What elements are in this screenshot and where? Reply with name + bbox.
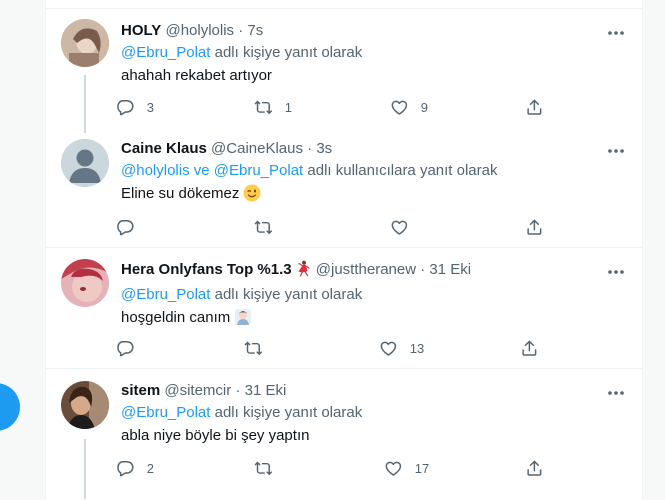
share-button[interactable] (525, 458, 544, 478)
dancer-emoji (295, 260, 312, 283)
retweet-button[interactable]: 1 (254, 97, 292, 117)
retweet-icon (244, 341, 263, 355)
reply-context-text: adlı kişiye yanıt olarak (210, 44, 363, 61)
tweet-text: ahahah rekabet artıyor (121, 67, 272, 84)
separator: · (420, 261, 426, 278)
more-horizontal-icon[interactable] (604, 262, 628, 282)
share-button[interactable] (520, 338, 539, 358)
avatar[interactable] (61, 259, 109, 307)
timestamp[interactable]: 7s (247, 22, 263, 39)
reply-context-text: adlı kişiye yanıt olarak (210, 286, 363, 303)
tweet-hera[interactable]: Hera Onlyfans Top %1.3 @justtheranew · 3… (46, 248, 642, 369)
share-icon (527, 99, 542, 115)
reply-button[interactable] (116, 338, 147, 358)
reply-timeline: HOLY @holylolis · 7s @Ebru_Polat adlı ki… (45, 0, 643, 500)
author-name[interactable]: HOLY (121, 22, 161, 39)
tweet-caine-klaus[interactable]: Caine Klaus @CaineKlaus · 3s @holylolis … (46, 127, 642, 248)
reply-context-text: adlı kişiye yanıt olarak (210, 404, 363, 421)
avatar[interactable] (61, 139, 109, 187)
like-count: 17 (414, 460, 430, 476)
like-count: 13 (409, 340, 425, 356)
retweet-count: 1 (284, 99, 292, 115)
retweet-icon (254, 100, 273, 114)
reply-icon (117, 340, 134, 356)
reply-button[interactable]: 2 (116, 458, 154, 478)
author-handle[interactable]: @sitemcir (164, 382, 231, 399)
reply-icon (117, 460, 134, 476)
reply-context: @Ebru_Polat adlı kişiye yanıt olarak (121, 43, 626, 63)
retweet-icon (254, 220, 273, 234)
author-name[interactable]: sitem (121, 382, 160, 399)
tweet-actions: 13 (116, 338, 556, 358)
more-horizontal-icon[interactable] (604, 383, 628, 403)
share-icon (522, 340, 537, 356)
like-button[interactable]: 13 (379, 338, 424, 358)
retweet-button[interactable] (254, 458, 285, 478)
thread-line (84, 439, 86, 499)
author-handle[interactable]: @justtheranew (316, 261, 416, 278)
separator: · (238, 22, 244, 39)
retweet-icon (254, 461, 273, 475)
tweet-header: HOLY @holylolis · 7s (121, 21, 626, 41)
tweet-actions: 3 1 9 (116, 97, 556, 117)
share-button[interactable] (525, 97, 544, 117)
timestamp[interactable]: 3s (316, 140, 332, 157)
like-button[interactable] (390, 217, 421, 237)
mention-link[interactable]: @Ebru_Polat (121, 286, 210, 303)
separator: · (235, 382, 241, 399)
timestamp[interactable]: 31 Eki (429, 261, 471, 278)
separator: · (307, 140, 313, 157)
share-icon (527, 460, 542, 476)
like-count: 9 (420, 99, 428, 115)
author-name[interactable]: Caine Klaus (121, 140, 207, 157)
share-icon (527, 219, 542, 235)
more-horizontal-icon[interactable] (604, 23, 628, 43)
share-button[interactable] (525, 217, 544, 237)
mention-link[interactable]: @Ebru_Polat (121, 44, 210, 61)
tweet-header: Hera Onlyfans Top %1.3 @justtheranew · 3… (121, 260, 626, 283)
mention-link[interactable]: @holylolis ve @Ebru_Polat (121, 162, 303, 179)
tweet-text: hoşgeldin canım (121, 308, 626, 332)
reply-context: @holylolis ve @Ebru_Polat adlı kullanıcı… (121, 161, 626, 181)
avatar[interactable] (61, 381, 109, 429)
retweet-button[interactable] (254, 217, 285, 237)
like-button[interactable]: 9 (390, 97, 428, 117)
tweet-holy[interactable]: HOLY @holylolis · 7s @Ebru_Polat adlı ki… (46, 9, 642, 133)
reply-button[interactable]: 3 (116, 97, 154, 117)
tweet-actions: 2 17 (116, 458, 556, 478)
retweet-button[interactable] (244, 338, 275, 358)
reply-count: 3 (146, 99, 154, 115)
reply-icon (117, 99, 134, 115)
tweet-actions (116, 217, 556, 237)
like-icon (391, 220, 408, 235)
tweet-text-body: hoşgeldin canım (121, 309, 231, 326)
author-handle[interactable]: @holylolis (165, 22, 234, 39)
tweet-text: Eline su dökemez (121, 184, 626, 208)
more-horizontal-icon[interactable] (604, 141, 628, 161)
avatar[interactable] (61, 19, 109, 67)
reply-button[interactable] (116, 217, 147, 237)
tweet-header: sitem @sitemcir · 31 Eki (121, 381, 626, 401)
sticker-emoji (234, 308, 252, 332)
mention-link[interactable]: @Ebru_Polat (121, 404, 210, 421)
like-icon (391, 100, 408, 115)
like-icon (385, 461, 402, 476)
reply-context: @Ebru_Polat adlı kişiye yanıt olarak (121, 403, 626, 423)
like-button[interactable]: 17 (384, 458, 429, 478)
tweet-header: Caine Klaus @CaineKlaus · 3s (121, 139, 626, 159)
tweet-text: abla niye böyle bi şey yaptın (121, 427, 310, 444)
reply-context: @Ebru_Polat adlı kişiye yanıt olarak (121, 285, 626, 305)
author-handle[interactable]: @CaineKlaus (211, 140, 303, 157)
tweet-sitem[interactable]: sitem @sitemcir · 31 Eki @Ebru_Polat adl… (46, 369, 642, 500)
winking-face-emoji (243, 184, 261, 208)
timestamp[interactable]: 31 Eki (245, 382, 287, 399)
like-icon (380, 341, 397, 356)
reply-context-text: adlı kullanıcılara yanıt olarak (303, 162, 498, 179)
reply-icon (117, 219, 134, 235)
thread-line (84, 75, 86, 133)
tweet-text-body: Eline su dökemez (121, 185, 240, 202)
reply-count: 2 (146, 460, 154, 476)
author-name[interactable]: Hera Onlyfans Top %1.3 (121, 261, 292, 278)
